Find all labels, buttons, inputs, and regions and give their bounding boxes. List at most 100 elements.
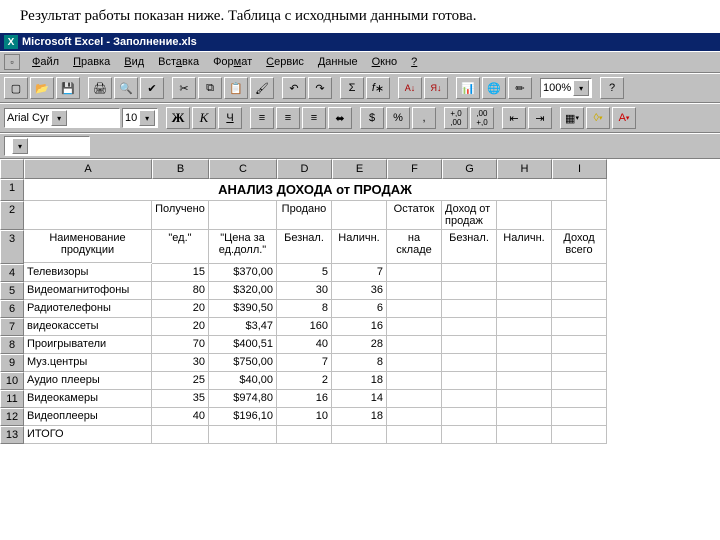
cell[interactable] [552,354,607,372]
row-header[interactable]: 7 [0,318,24,336]
cell[interactable]: 28 [332,336,387,354]
cell[interactable]: Телевизоры [24,264,152,282]
cell[interactable] [497,426,552,444]
cell[interactable]: $370,00 [209,264,277,282]
cell[interactable]: Наличн. [497,230,552,264]
cell[interactable] [497,201,552,230]
cell[interactable] [387,354,442,372]
cell[interactable]: Видеоплееры [24,408,152,426]
font-size-combo[interactable]: 10▾ [122,108,158,128]
cell[interactable] [387,372,442,390]
cell[interactable] [442,354,497,372]
cell[interactable]: 30 [152,354,209,372]
menu-help[interactable]: ? [405,54,423,70]
cell[interactable]: видеокассеты [24,318,152,336]
title-cell[interactable]: АНАЛИЗ ДОХОДА от ПРОДАЖ [24,179,607,201]
cell[interactable] [497,264,552,282]
cell[interactable] [442,390,497,408]
chart-icon[interactable]: 📊 [456,77,480,99]
cell[interactable]: 30 [277,282,332,300]
col-header[interactable]: H [497,159,552,179]
cell[interactable]: 160 [277,318,332,336]
row-header[interactable]: 8 [0,336,24,354]
cell[interactable] [209,201,277,230]
cell[interactable]: 20 [152,318,209,336]
font-color-icon[interactable]: A▾ [612,107,636,129]
cell[interactable]: 5 [277,264,332,282]
cell[interactable] [552,264,607,282]
col-header[interactable]: D [277,159,332,179]
row-header[interactable]: 6 [0,300,24,318]
open-icon[interactable]: 📂 [30,77,54,99]
row-header[interactable]: 1 [0,179,24,201]
cell[interactable]: Получено [152,201,209,230]
row-header[interactable]: 2 [0,201,24,230]
cell[interactable]: $390,50 [209,300,277,318]
cell[interactable]: Остаток [387,201,442,230]
cell[interactable]: 25 [152,372,209,390]
cell[interactable] [442,282,497,300]
cell[interactable]: 40 [277,336,332,354]
cell[interactable]: 35 [152,390,209,408]
cell[interactable] [552,282,607,300]
format-painter-icon[interactable]: 🖌 [250,77,274,99]
cell[interactable] [387,318,442,336]
map-icon[interactable]: 🌐 [482,77,506,99]
cell[interactable] [387,336,442,354]
cell[interactable]: Муз.центры [24,354,152,372]
menu-file[interactable]: Файл [26,54,65,70]
cell[interactable]: Наличн. [332,230,387,264]
cell[interactable]: Радиотелефоны [24,300,152,318]
menu-window[interactable]: Окно [366,54,404,70]
sort-desc-icon[interactable]: Я↓ [424,77,448,99]
cell[interactable] [497,300,552,318]
menu-view[interactable]: Вид [118,54,150,70]
cell[interactable] [442,264,497,282]
col-header[interactable]: B [152,159,209,179]
select-all-corner[interactable] [0,159,24,179]
cell[interactable]: Аудио плееры [24,372,152,390]
cell[interactable] [442,372,497,390]
cell[interactable] [552,390,607,408]
cell[interactable] [552,318,607,336]
cell[interactable] [497,390,552,408]
cell[interactable] [387,282,442,300]
help-icon[interactable]: ? [600,77,624,99]
redo-icon[interactable]: ↷ [308,77,332,99]
cell[interactable] [442,336,497,354]
cell[interactable]: Безнал. [277,230,332,264]
cell[interactable]: Доход от продаж [442,201,497,230]
cell[interactable] [387,426,442,444]
menu-tools[interactable]: Сервис [260,54,310,70]
align-left-icon[interactable]: ≡ [250,107,274,129]
cell[interactable] [209,426,277,444]
cell[interactable]: $750,00 [209,354,277,372]
cell[interactable]: 2 [277,372,332,390]
new-icon[interactable]: ▢ [4,77,28,99]
worksheet-grid[interactable]: A B C D E F G H I 1 АНАЛИЗ ДОХОДА от ПРО… [0,159,720,444]
cell[interactable] [442,300,497,318]
align-center-icon[interactable]: ≡ [276,107,300,129]
cell[interactable]: 36 [332,282,387,300]
font-name-combo[interactable]: Arial Cyr▾ [4,108,120,128]
fill-color-icon[interactable]: ◊▾ [586,107,610,129]
cell[interactable] [332,201,387,230]
cell[interactable]: Видеомагнитофоны [24,282,152,300]
cell[interactable]: 14 [332,390,387,408]
chevron-down-icon[interactable]: ▾ [573,80,589,96]
cell[interactable]: "ед." [152,230,209,264]
menu-format[interactable]: Формат [207,54,258,70]
cell[interactable] [497,318,552,336]
cell[interactable]: 16 [332,318,387,336]
cell[interactable]: "Цена за ед.долл." [209,230,277,264]
paste-icon[interactable]: 📋 [224,77,248,99]
chevron-down-icon[interactable]: ▾ [51,110,67,126]
cell[interactable]: 15 [152,264,209,282]
col-header[interactable]: E [332,159,387,179]
cell[interactable] [442,408,497,426]
cell[interactable]: $400,51 [209,336,277,354]
cell[interactable]: 7 [277,354,332,372]
zoom-combo[interactable]: 100%▾ [540,78,592,98]
increase-decimal-icon[interactable]: +,0,00 [444,107,468,129]
cell[interactable] [552,336,607,354]
